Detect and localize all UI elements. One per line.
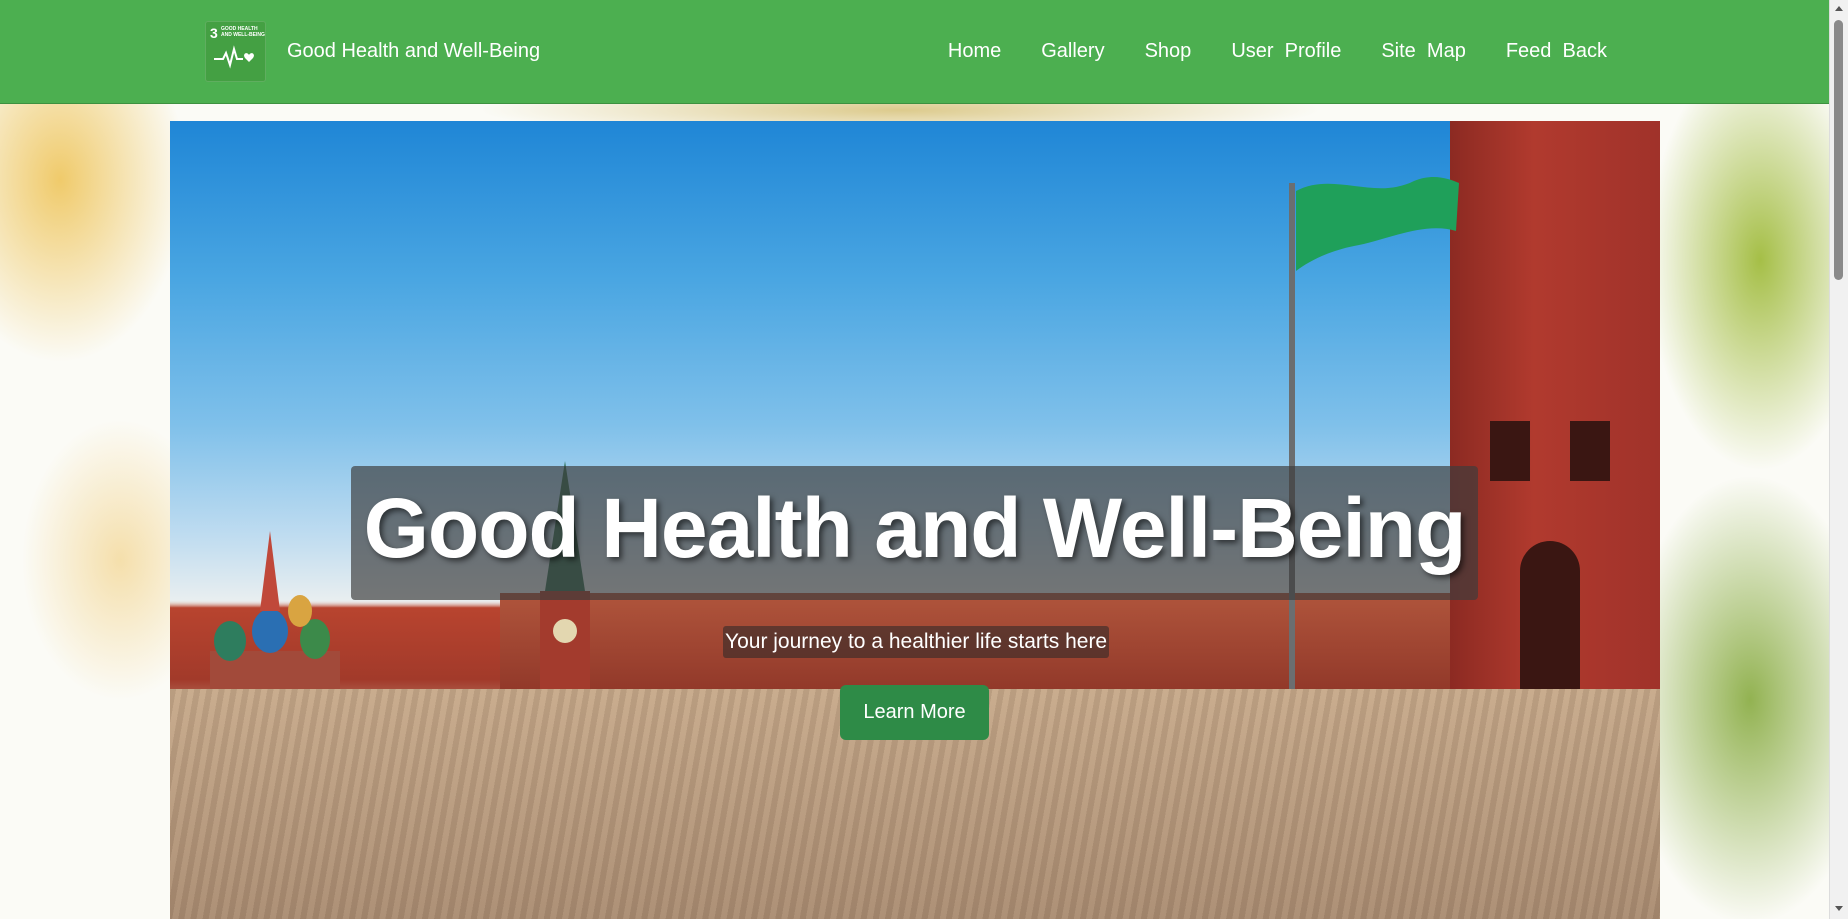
nav-feed-back[interactable]: Feed Back <box>1506 40 1607 63</box>
hero-title: Good Health and Well-Being <box>363 481 1467 575</box>
logo-number: 3 <box>210 25 218 41</box>
scrollbar-thumb[interactable] <box>1834 20 1843 280</box>
nav-site-map[interactable]: Site Map <box>1381 40 1465 63</box>
nav-gallery[interactable]: Gallery <box>1041 40 1104 63</box>
learn-more-button[interactable]: Learn More <box>840 685 989 740</box>
site-brand[interactable]: Good Health and Well-Being <box>287 40 540 63</box>
sdg3-logo[interactable]: 3 GOOD HEALTH AND WELL-BEING <box>205 21 266 82</box>
heartbeat-icon <box>214 45 254 69</box>
vertical-scrollbar[interactable] <box>1829 0 1848 919</box>
green-flag-illustration <box>1296 177 1459 271</box>
nav-shop[interactable]: Shop <box>1145 40 1192 63</box>
main-nav: Home Gallery Shop User Profile Site Map … <box>948 40 1607 63</box>
top-navbar: 3 GOOD HEALTH AND WELL-BEING Good Health… <box>0 0 1830 104</box>
scroll-down-arrow-icon[interactable] <box>1835 906 1843 911</box>
logo-text: GOOD HEALTH AND WELL-BEING <box>221 26 265 38</box>
nav-user-profile[interactable]: User Profile <box>1231 40 1341 63</box>
scroll-up-arrow-icon[interactable] <box>1835 6 1843 11</box>
hero-title-box: Good Health and Well-Being <box>351 466 1478 600</box>
hero-subtitle: Your journey to a healthier life starts … <box>723 626 1110 658</box>
nav-home[interactable]: Home <box>948 40 1001 63</box>
